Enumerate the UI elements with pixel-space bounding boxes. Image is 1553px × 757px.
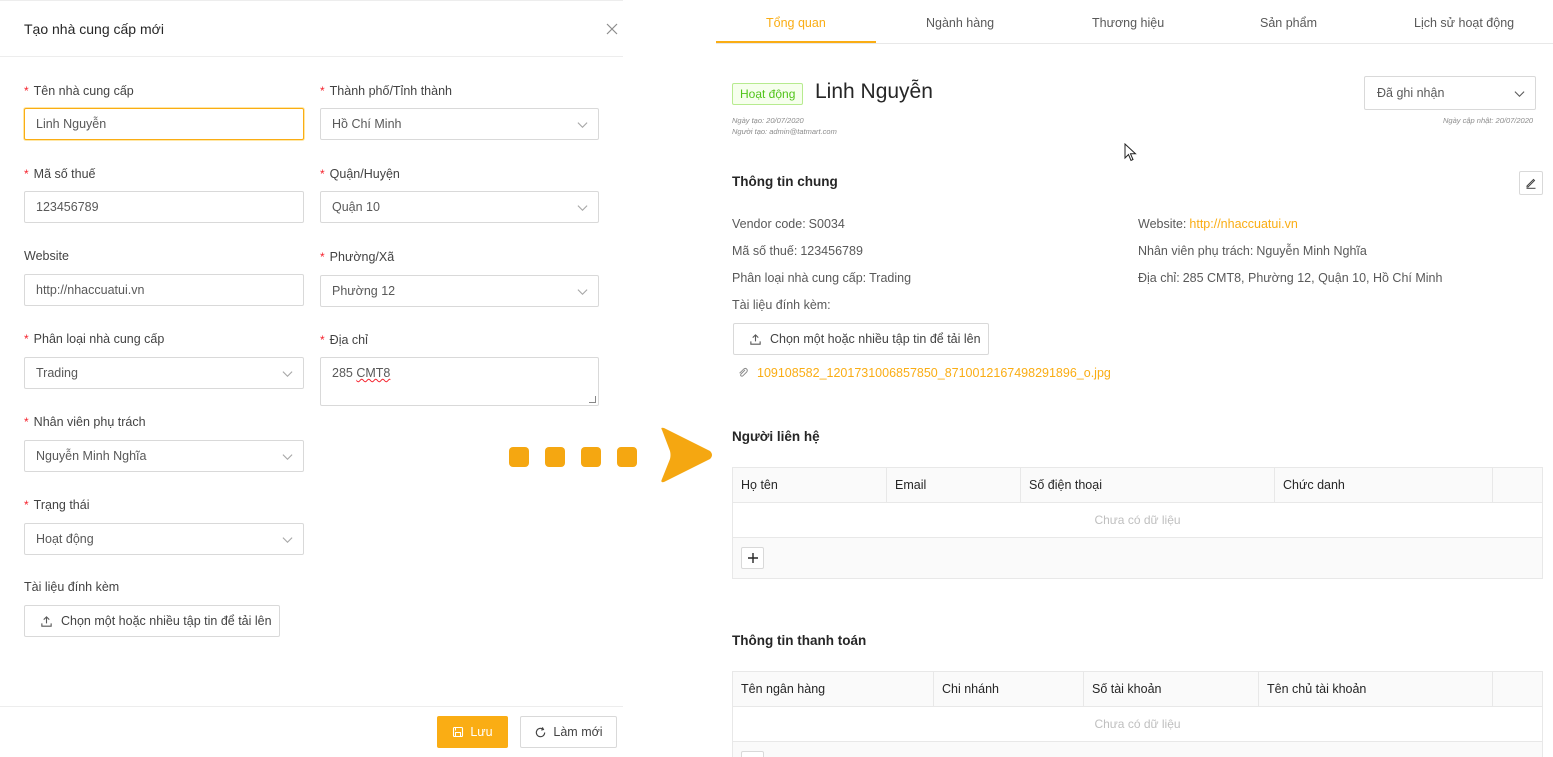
attachment-file-link[interactable]: 109108582_1201731006857850_8710012167498… <box>737 366 1111 380</box>
arrow-right-icon <box>661 427 712 483</box>
detail-tabs: Tổng quan Ngành hàng Thương hiệu Sản phẩ… <box>716 0 1553 44</box>
chevron-down-icon <box>282 368 293 379</box>
column-header: Số tài khoản <box>1084 672 1259 706</box>
address-row: Địa chỉ: 285 CMT8, Phường 12, Quận 10, Hồ… <box>1138 271 1443 285</box>
status-label: * Trạng thái <box>24 498 90 512</box>
contacts-table-header: Họ tên Email Số điện thoại Chức danh <box>733 468 1542 503</box>
contacts-title: Người liên hệ <box>732 429 820 444</box>
vendor-code-row: Vendor code: S0034 <box>732 217 845 231</box>
create-vendor-panel: Tạo nhà cung cấp mới * Tên nhà cung cấp L… <box>0 0 623 757</box>
chevron-down-icon <box>282 451 293 462</box>
save-button[interactable]: Lưu <box>437 716 508 748</box>
city-select[interactable]: Hồ Chí Minh <box>320 108 599 140</box>
required-mark: * <box>24 84 29 98</box>
payment-table-footer <box>733 742 1542 757</box>
ward-select[interactable]: Phường 12 <box>320 275 599 307</box>
chevron-down-icon <box>577 286 588 297</box>
tab-products[interactable]: Sản phẩm <box>1260 16 1317 30</box>
plus-icon <box>747 552 759 564</box>
column-header: Chi nhánh <box>934 672 1084 706</box>
attachments-row: Tài liệu đính kèm: <box>732 298 831 312</box>
chevron-down-icon <box>577 119 588 130</box>
upload-icon <box>749 333 762 346</box>
upload-icon <box>40 615 53 628</box>
payment-info-title: Thông tin thanh toán <box>732 633 867 648</box>
close-icon[interactable] <box>604 21 620 37</box>
column-header: Số điện thoại <box>1021 468 1275 502</box>
chevron-down-icon <box>577 202 588 213</box>
tab-brands[interactable]: Thương hiệu <box>1092 16 1164 30</box>
vendor-name-input[interactable]: Linh Nguyễn <box>24 108 304 140</box>
arrow-dash <box>581 447 601 467</box>
staff-row: Nhân viên phụ trách: Nguyễn Minh Nghĩa <box>1138 244 1367 258</box>
status-badge: Hoạt động <box>732 83 804 105</box>
reset-button[interactable]: Làm mới <box>520 716 617 748</box>
paperclip-icon <box>737 367 749 379</box>
tab-activity-history[interactable]: Lịch sử hoạt động <box>1414 16 1514 30</box>
address-label: * Địa chỉ <box>320 333 368 347</box>
resize-handle[interactable] <box>589 396 596 403</box>
add-contact-button[interactable] <box>741 547 764 569</box>
vendor-name-title: Linh Nguyễn <box>815 80 933 103</box>
reset-label: Làm mới <box>553 725 603 739</box>
arrow-dash <box>545 447 565 467</box>
vendor-type-row: Phân loại nhà cung cấp: Trading <box>732 271 912 285</box>
tab-overview[interactable]: Tổng quan <box>766 16 826 30</box>
arrow-dash <box>617 447 637 467</box>
website-input[interactable]: http://nhaccuatui.vn <box>24 274 304 306</box>
detail-upload-button[interactable]: Chọn một hoặc nhiều tập tin để tải lên <box>733 323 989 355</box>
edit-icon <box>1525 177 1537 189</box>
updated-date: Ngày cập nhật: 20/07/2020 <box>1443 116 1534 125</box>
upload-button-label: Chọn một hoặc nhiều tập tin để tải lên <box>770 332 981 346</box>
tax-code-row: Mã số thuế: 123456789 <box>732 244 863 258</box>
staff-select[interactable]: Nguyễn Minh Nghĩa <box>24 440 304 472</box>
form-title: Tạo nhà cung cấp mới <box>24 21 164 37</box>
payment-table: Tên ngân hàng Chi nhánh Số tài khoản Tên… <box>732 671 1543 757</box>
ward-label: * Phường/Xã <box>320 250 395 264</box>
website-label: Website <box>24 249 69 263</box>
attachment-file-name: 109108582_1201731006857850_8710012167498… <box>757 366 1111 380</box>
chevron-down-icon <box>1514 88 1525 99</box>
save-label: Lưu <box>470 725 493 739</box>
district-select[interactable]: Quận 10 <box>320 191 599 223</box>
column-header: Tên chủ tài khoản <box>1259 672 1493 706</box>
empty-state: Chưa có dữ liệu <box>733 707 1542 742</box>
district-label: * Quận/Huyện <box>320 167 400 181</box>
tax-code-label: * Mã số thuế <box>24 167 96 181</box>
column-header: Họ tên <box>733 468 887 502</box>
column-header: Chức danh <box>1275 468 1493 502</box>
save-icon <box>452 726 464 738</box>
column-header: Email <box>887 468 1021 502</box>
contacts-table: Họ tên Email Số điện thoại Chức danh Chư… <box>732 467 1543 579</box>
website-row: Website: http://nhaccuatui.vn <box>1138 217 1298 231</box>
contacts-table-footer <box>733 538 1542 578</box>
staff-label: * Nhân viên phụ trách <box>24 415 146 429</box>
created-date: Ngày tạo: 20/07/2020 <box>732 116 804 125</box>
upload-button[interactable]: Chọn một hoặc nhiều tập tin để tải lên <box>24 605 280 637</box>
upload-button-label: Chọn một hoặc nhiều tập tin để tải lên <box>61 614 272 628</box>
add-payment-button[interactable] <box>741 751 764 757</box>
active-tab-indicator <box>716 41 876 43</box>
created-by: Người tạo: admin@tatmart.com <box>732 127 837 136</box>
column-header: Tên ngân hàng <box>733 672 934 706</box>
arrow-dash <box>509 447 529 467</box>
general-info-title: Thông tin chung <box>732 174 838 189</box>
tax-code-input[interactable]: 123456789 <box>24 191 304 223</box>
vendor-type-label: * Phân loại nhà cung cấp <box>24 332 165 346</box>
reload-icon <box>534 726 547 739</box>
status-select[interactable]: Hoạt động <box>24 523 304 555</box>
city-label: * Thành phố/Tỉnh thành <box>320 84 452 98</box>
empty-state: Chưa có dữ liệu <box>733 503 1542 538</box>
mouse-cursor-icon <box>1124 143 1137 162</box>
record-status-select[interactable]: Đã ghi nhận <box>1364 76 1536 110</box>
attachments-label: Tài liệu đính kèm <box>24 580 120 594</box>
chevron-down-icon <box>282 534 293 545</box>
tab-categories[interactable]: Ngành hàng <box>926 16 994 30</box>
edit-button[interactable] <box>1519 171 1543 195</box>
vendor-name-label: * Tên nhà cung cấp <box>24 84 134 98</box>
payment-table-header: Tên ngân hàng Chi nhánh Số tài khoản Tên… <box>733 672 1542 707</box>
address-textarea[interactable]: 285 CMT8 <box>320 357 599 406</box>
website-link[interactable]: http://nhaccuatui.vn <box>1189 217 1297 231</box>
vendor-type-select[interactable]: Trading <box>24 357 304 389</box>
